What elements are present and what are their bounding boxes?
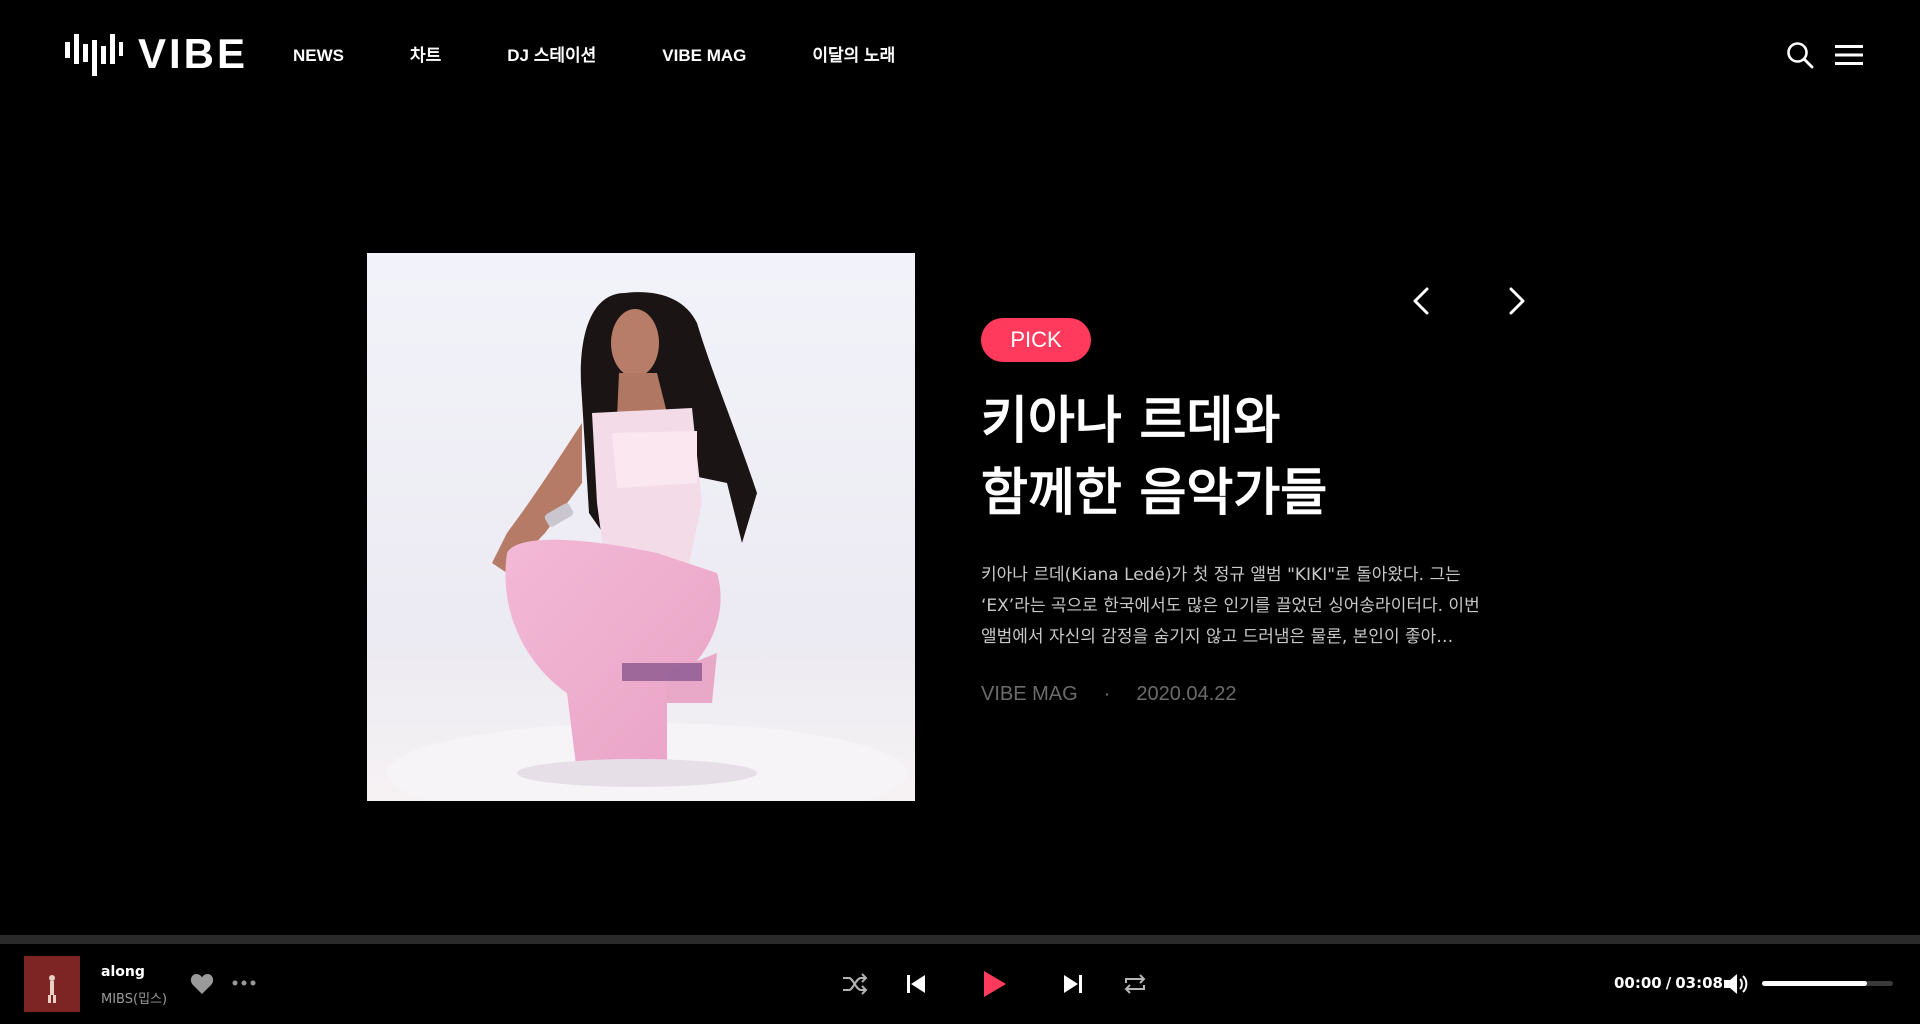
track-title[interactable]: along — [101, 964, 145, 980]
meta-separator: · — [1103, 683, 1111, 705]
logo-text: VIBE — [138, 30, 249, 77]
feature-description-line: ‘EX’라는 곡으로 한국에서도 많은 인기를 끌었던 싱어송라이터다. 이번 — [981, 596, 1480, 616]
chevron-left-icon[interactable] — [1404, 283, 1440, 319]
player-bar: along MIBS(밉스) 00:00/03:08 — [0, 944, 1920, 1024]
heart-icon[interactable] — [190, 973, 214, 995]
feature-title-line: 키아나 르데와 — [981, 392, 1281, 451]
logo-bars-icon — [65, 34, 123, 76]
time-separator: / — [1665, 974, 1672, 992]
repeat-icon[interactable] — [1123, 973, 1147, 995]
nav-item-dj-station[interactable]: DJ 스테이션 — [507, 44, 596, 68]
previous-track-icon[interactable] — [906, 974, 926, 994]
volume-level — [1762, 981, 1867, 986]
more-options-icon[interactable] — [232, 979, 256, 987]
track-artist[interactable]: MIBS(밉스) — [101, 988, 167, 1007]
play-icon[interactable] — [982, 969, 1008, 999]
nav-item-chart[interactable]: 차트 — [410, 44, 441, 68]
pick-badge: PICK — [981, 318, 1091, 362]
top-header: VIBE NEWS 차트 DJ 스테이션 VIBE MAG 이달의 노래 — [0, 0, 1920, 112]
nav-item-vibe-mag[interactable]: VIBE MAG — [662, 44, 746, 68]
feature-description-line: 앨범에서 자신의 감정을 숨기지 않고 드러냄은 물론, 본인이 좋아… — [981, 627, 1454, 647]
playback-time: 00:00/03:08 — [1614, 974, 1723, 992]
total-time: 03:08 — [1675, 974, 1723, 992]
search-icon[interactable] — [1785, 40, 1815, 70]
feature-title[interactable]: 키아나 르데와 함께한 음악가들 — [981, 386, 1501, 530]
feature-date: 2020.04.22 — [1136, 683, 1237, 705]
feature-title-line: 함께한 음악가들 — [981, 464, 1328, 523]
menu-icon[interactable] — [1834, 40, 1864, 70]
feature-description: 키아나 르데(Kiana Ledé)가 첫 정규 앨범 "KIKI"로 돌아왔다… — [981, 560, 1501, 653]
feature-description-line: 키아나 르데(Kiana Ledé)가 첫 정규 앨범 "KIKI"로 돌아왔다… — [981, 565, 1461, 585]
chevron-right-icon[interactable] — [1498, 283, 1534, 319]
nav-item-news[interactable]: NEWS — [293, 44, 344, 68]
shuffle-icon[interactable] — [842, 973, 868, 995]
current-time: 00:00 — [1614, 974, 1662, 992]
main-nav: NEWS 차트 DJ 스테이션 VIBE MAG 이달의 노래 — [293, 44, 961, 68]
nav-item-song-of-month[interactable]: 이달의 노래 — [812, 44, 895, 68]
next-track-icon[interactable] — [1063, 974, 1083, 994]
playback-progress-bar[interactable] — [0, 935, 1920, 944]
vibe-logo[interactable]: VIBE — [64, 30, 248, 78]
album-thumbnail[interactable] — [24, 956, 80, 1012]
volume-slider[interactable] — [1762, 981, 1893, 986]
feature-source: VIBE MAG — [981, 683, 1078, 705]
feature-artist-photo[interactable] — [367, 253, 915, 801]
volume-icon[interactable] — [1723, 972, 1749, 996]
feature-meta: VIBE MAG · 2020.04.22 — [981, 680, 1236, 708]
